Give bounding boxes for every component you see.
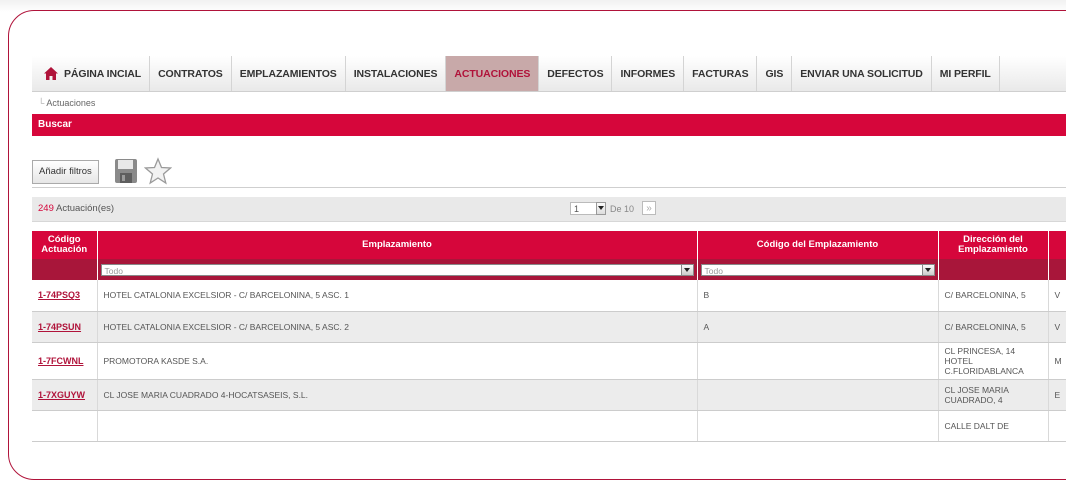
caret-icon <box>684 267 690 272</box>
nav-item-informes[interactable]: INFORMES <box>612 56 685 91</box>
chevron-down-icon[interactable] <box>921 264 934 275</box>
nav-label: MI PERFIL <box>939 67 991 80</box>
nav-label: INSTALACIONES <box>353 67 438 80</box>
nav-item-contratos[interactable]: CONTRATOS <box>150 56 232 91</box>
star-icon[interactable] <box>144 157 172 185</box>
result-count-number: 249 <box>38 203 54 214</box>
chevron-down-icon <box>598 206 604 210</box>
codigo-emplazamiento-filter-select[interactable]: Todo <box>700 263 935 276</box>
actuacion-code-link[interactable] <box>32 410 98 442</box>
nav-label: CONTRATOS <box>158 67 223 80</box>
nav-item-gis[interactable]: GIS <box>757 56 793 91</box>
page-total: De 10 <box>610 204 635 214</box>
column-header-codigo-emplazamiento[interactable]: Código del Emplazamiento <box>697 231 939 259</box>
table-row[interactable]: 1-74PSQ3 HOTEL CATALONIA EXCELSIOR - C/ … <box>32 280 1066 312</box>
column-header-direccion[interactable]: Dirección del Emplazamiento <box>938 231 1049 259</box>
site-code-cell <box>697 342 939 380</box>
page-select-dropdown[interactable] <box>596 202 606 215</box>
actuacion-code-link[interactable]: 1-7XGUYW <box>32 379 98 411</box>
address-cell: C/ BARCELONINA, 5 <box>938 311 1049 343</box>
address-cell: CL JOSE MARIA CUADRADO, 4 <box>938 379 1049 411</box>
table-row[interactable]: CALLE DALT DE <box>32 410 1066 442</box>
site-cell: HOTEL CATALONIA EXCELSIOR - C/ BARCELONI… <box>97 311 698 343</box>
search-section-header[interactable]: Buscar <box>32 114 1066 136</box>
nav-label: ENVIAR UNA SOLICITUD <box>800 67 923 80</box>
extra-cell: M <box>1048 342 1066 380</box>
save-icon[interactable] <box>114 158 138 184</box>
home-icon <box>44 67 58 80</box>
extra-cell: V <box>1048 311 1066 343</box>
site-cell: HOTEL CATALONIA EXCELSIOR - C/ BARCELONI… <box>97 280 698 312</box>
next-page-button[interactable]: » <box>642 201 656 215</box>
nav-item-home[interactable]: PÁGINA INCIAL <box>32 56 151 91</box>
main-nav: PÁGINA INCIAL CONTRATOS EMPLAZAMIENTOS I… <box>32 56 1066 92</box>
extra-cell: E <box>1048 379 1066 411</box>
table-row[interactable]: 1-74PSUN HOTEL CATALONIA EXCELSIOR - C/ … <box>32 311 1066 343</box>
filter-cell-empty <box>1048 259 1066 280</box>
nav-item-actuaciones[interactable]: ACTUACIONES <box>446 56 540 91</box>
emplazamiento-filter-select[interactable]: Todo <box>100 263 694 276</box>
column-header-extra[interactable] <box>1048 231 1066 259</box>
nav-item-facturas[interactable]: FACTURAS <box>684 56 758 91</box>
address-cell: CALLE DALT DE <box>938 410 1049 442</box>
site-code-cell <box>697 379 939 411</box>
address-cell: C/ BARCELONINA, 5 <box>938 280 1049 312</box>
nav-item-enviar-solicitud[interactable]: ENVIAR UNA SOLICITUD <box>792 56 932 91</box>
nav-label: INFORMES <box>620 67 676 80</box>
nav-item-instalaciones[interactable]: INSTALACIONES <box>346 56 447 91</box>
filter-value: Todo <box>104 265 123 276</box>
table-row[interactable]: 1-7FCWNL PROMOTORA KASDE S.A. CL PRINCES… <box>32 342 1066 380</box>
nav-label: GIS <box>765 67 784 80</box>
nav-item-defectos[interactable]: DEFECTOS <box>539 56 613 91</box>
filter-cell: Todo <box>697 259 939 280</box>
toolbar-divider <box>32 187 1066 188</box>
site-cell: PROMOTORA KASDE S.A. <box>97 342 698 380</box>
result-count: 249 Actuación(es) <box>38 197 114 221</box>
table-row[interactable]: 1-7XGUYW CL JOSE MARIA CUADRADO 4-HOCATS… <box>32 379 1066 411</box>
breadcrumb-label: Actuaciones <box>46 98 96 108</box>
filter-cell-empty <box>938 259 1049 280</box>
filter-cell-empty <box>32 259 98 280</box>
nav-label: PÁGINA INCIAL <box>64 67 142 80</box>
extra-cell: V <box>1048 280 1066 312</box>
filter-value: Todo <box>704 265 723 276</box>
actuacion-code-link[interactable]: 1-7FCWNL <box>32 342 98 380</box>
toolbar: Añadir filtros <box>32 156 1066 188</box>
breadcrumb: └ Actuaciones <box>38 98 95 108</box>
actuacion-code-link[interactable]: 1-74PSUN <box>32 311 98 343</box>
column-header-codigo[interactable]: Código Actuación <box>32 231 98 259</box>
nav-item-emplazamientos[interactable]: EMPLAZAMIENTOS <box>232 56 346 91</box>
site-code-cell <box>697 410 939 442</box>
column-header-emplazamiento[interactable]: Emplazamiento <box>97 231 698 259</box>
actuaciones-table: Código Actuación Emplazamiento Código de… <box>32 231 1066 442</box>
site-code-cell: A <box>697 311 939 343</box>
nav-label: ACTUACIONES <box>454 67 531 80</box>
pager-bar: 249 Actuación(es) 1 De 10 » <box>32 197 1066 222</box>
chevron-down-icon[interactable] <box>680 264 693 275</box>
nav-label: DEFECTOS <box>547 67 604 80</box>
site-cell <box>97 410 698 442</box>
nav-item-mi-perfil[interactable]: MI PERFIL <box>932 56 1000 91</box>
nav-label: EMPLAZAMIENTOS <box>239 67 337 80</box>
site-cell: CL JOSE MARIA CUADRADO 4-HOCATSASEIS, S.… <box>97 379 698 411</box>
add-filters-button[interactable]: Añadir filtros <box>32 160 99 184</box>
site-code-cell: B <box>697 280 939 312</box>
address-cell: CL PRINCESA, 14 HOTEL C.FLORIDABLANCA <box>938 342 1049 380</box>
result-count-label: Actuación(es) <box>55 203 115 214</box>
breadcrumb-corner-icon: └ <box>38 98 45 108</box>
actuacion-code-link[interactable]: 1-74PSQ3 <box>32 280 98 312</box>
caret-icon <box>925 267 931 272</box>
nav-label: FACTURAS <box>692 67 749 80</box>
extra-cell <box>1048 410 1066 442</box>
filter-cell: Todo <box>97 259 698 280</box>
